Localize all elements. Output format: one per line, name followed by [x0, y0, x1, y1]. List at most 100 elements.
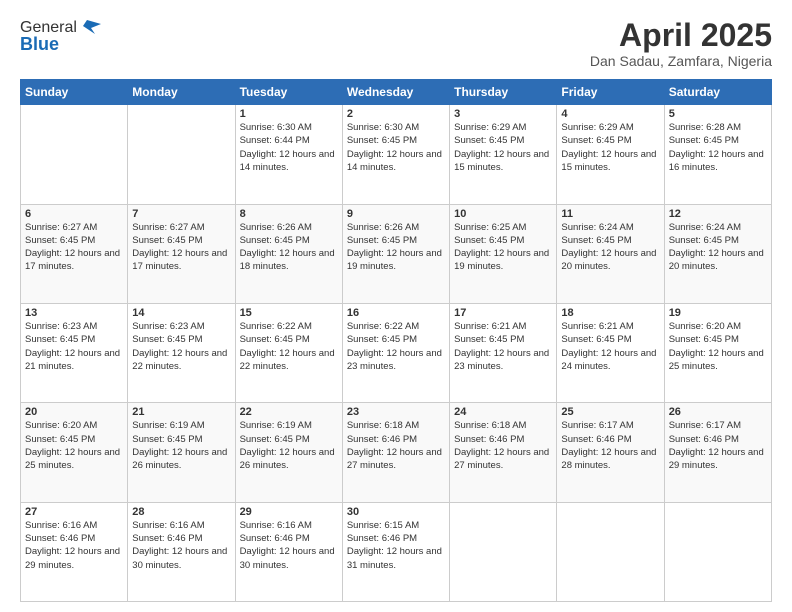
day-number: 2 — [347, 108, 445, 120]
sunset-text: Sunset: 6:45 PM — [454, 234, 552, 247]
day-number: 8 — [240, 208, 338, 220]
sunrise-text: Sunrise: 6:16 AM — [132, 519, 230, 532]
table-row: 7 Sunrise: 6:27 AM Sunset: 6:45 PM Dayli… — [128, 204, 235, 303]
daylight-text: Daylight: 12 hours and 17 minutes. — [132, 247, 230, 274]
sunrise-text: Sunrise: 6:18 AM — [454, 419, 552, 432]
day-info: Sunrise: 6:16 AM Sunset: 6:46 PM Dayligh… — [25, 519, 123, 572]
day-number: 28 — [132, 506, 230, 518]
day-info: Sunrise: 6:24 AM Sunset: 6:45 PM Dayligh… — [561, 221, 659, 274]
sunset-text: Sunset: 6:46 PM — [561, 433, 659, 446]
day-info: Sunrise: 6:22 AM Sunset: 6:45 PM Dayligh… — [347, 320, 445, 373]
day-number: 30 — [347, 506, 445, 518]
day-number: 19 — [669, 307, 767, 319]
day-number: 24 — [454, 406, 552, 418]
day-number: 4 — [561, 108, 659, 120]
table-row: 26 Sunrise: 6:17 AM Sunset: 6:46 PM Dayl… — [664, 403, 771, 502]
day-info: Sunrise: 6:19 AM Sunset: 6:45 PM Dayligh… — [132, 419, 230, 472]
table-row: 30 Sunrise: 6:15 AM Sunset: 6:46 PM Dayl… — [342, 502, 449, 601]
sunrise-text: Sunrise: 6:26 AM — [347, 221, 445, 234]
table-row: 3 Sunrise: 6:29 AM Sunset: 6:45 PM Dayli… — [450, 105, 557, 204]
table-row: 5 Sunrise: 6:28 AM Sunset: 6:45 PM Dayli… — [664, 105, 771, 204]
sunrise-text: Sunrise: 6:20 AM — [669, 320, 767, 333]
calendar-title: April 2025 — [590, 18, 772, 53]
sunrise-text: Sunrise: 6:16 AM — [25, 519, 123, 532]
day-info: Sunrise: 6:21 AM Sunset: 6:45 PM Dayligh… — [561, 320, 659, 373]
day-number: 14 — [132, 307, 230, 319]
table-row: 25 Sunrise: 6:17 AM Sunset: 6:46 PM Dayl… — [557, 403, 664, 502]
sunrise-text: Sunrise: 6:19 AM — [132, 419, 230, 432]
sunrise-text: Sunrise: 6:27 AM — [25, 221, 123, 234]
day-info: Sunrise: 6:20 AM Sunset: 6:45 PM Dayligh… — [25, 419, 123, 472]
day-info: Sunrise: 6:27 AM Sunset: 6:45 PM Dayligh… — [132, 221, 230, 274]
table-row: 29 Sunrise: 6:16 AM Sunset: 6:46 PM Dayl… — [235, 502, 342, 601]
daylight-text: Daylight: 12 hours and 19 minutes. — [347, 247, 445, 274]
table-row: 28 Sunrise: 6:16 AM Sunset: 6:46 PM Dayl… — [128, 502, 235, 601]
day-info: Sunrise: 6:16 AM Sunset: 6:46 PM Dayligh… — [132, 519, 230, 572]
col-thursday: Thursday — [450, 80, 557, 105]
sunrise-text: Sunrise: 6:29 AM — [561, 121, 659, 134]
table-row: 19 Sunrise: 6:20 AM Sunset: 6:45 PM Dayl… — [664, 303, 771, 402]
sunrise-text: Sunrise: 6:27 AM — [132, 221, 230, 234]
day-number: 5 — [669, 108, 767, 120]
sunset-text: Sunset: 6:45 PM — [132, 234, 230, 247]
day-info: Sunrise: 6:16 AM Sunset: 6:46 PM Dayligh… — [240, 519, 338, 572]
day-info: Sunrise: 6:25 AM Sunset: 6:45 PM Dayligh… — [454, 221, 552, 274]
day-number: 17 — [454, 307, 552, 319]
sunset-text: Sunset: 6:45 PM — [669, 234, 767, 247]
sunset-text: Sunset: 6:46 PM — [240, 532, 338, 545]
day-info: Sunrise: 6:23 AM Sunset: 6:45 PM Dayligh… — [132, 320, 230, 373]
daylight-text: Daylight: 12 hours and 26 minutes. — [240, 446, 338, 473]
table-row: 6 Sunrise: 6:27 AM Sunset: 6:45 PM Dayli… — [21, 204, 128, 303]
daylight-text: Daylight: 12 hours and 27 minutes. — [347, 446, 445, 473]
sunrise-text: Sunrise: 6:21 AM — [454, 320, 552, 333]
sunset-text: Sunset: 6:46 PM — [454, 433, 552, 446]
calendar-header-row: Sunday Monday Tuesday Wednesday Thursday… — [21, 80, 772, 105]
calendar-row: 6 Sunrise: 6:27 AM Sunset: 6:45 PM Dayli… — [21, 204, 772, 303]
calendar-row: 1 Sunrise: 6:30 AM Sunset: 6:44 PM Dayli… — [21, 105, 772, 204]
logo: General Blue — [20, 18, 101, 55]
calendar-subtitle: Dan Sadau, Zamfara, Nigeria — [590, 53, 772, 69]
daylight-text: Daylight: 12 hours and 14 minutes. — [240, 148, 338, 175]
table-row: 15 Sunrise: 6:22 AM Sunset: 6:45 PM Dayl… — [235, 303, 342, 402]
sunset-text: Sunset: 6:46 PM — [132, 532, 230, 545]
sunset-text: Sunset: 6:45 PM — [347, 134, 445, 147]
sunset-text: Sunset: 6:45 PM — [240, 234, 338, 247]
day-info: Sunrise: 6:26 AM Sunset: 6:45 PM Dayligh… — [347, 221, 445, 274]
logo-bird-icon — [79, 16, 101, 38]
calendar-row: 20 Sunrise: 6:20 AM Sunset: 6:45 PM Dayl… — [21, 403, 772, 502]
daylight-text: Daylight: 12 hours and 16 minutes. — [669, 148, 767, 175]
daylight-text: Daylight: 12 hours and 30 minutes. — [132, 545, 230, 572]
table-row: 4 Sunrise: 6:29 AM Sunset: 6:45 PM Dayli… — [557, 105, 664, 204]
sunrise-text: Sunrise: 6:28 AM — [669, 121, 767, 134]
day-info: Sunrise: 6:21 AM Sunset: 6:45 PM Dayligh… — [454, 320, 552, 373]
sunrise-text: Sunrise: 6:23 AM — [132, 320, 230, 333]
daylight-text: Daylight: 12 hours and 15 minutes. — [454, 148, 552, 175]
col-saturday: Saturday — [664, 80, 771, 105]
sunrise-text: Sunrise: 6:15 AM — [347, 519, 445, 532]
table-row: 18 Sunrise: 6:21 AM Sunset: 6:45 PM Dayl… — [557, 303, 664, 402]
daylight-text: Daylight: 12 hours and 17 minutes. — [25, 247, 123, 274]
daylight-text: Daylight: 12 hours and 28 minutes. — [561, 446, 659, 473]
day-number: 27 — [25, 506, 123, 518]
sunrise-text: Sunrise: 6:26 AM — [240, 221, 338, 234]
daylight-text: Daylight: 12 hours and 23 minutes. — [454, 347, 552, 374]
table-row — [128, 105, 235, 204]
day-info: Sunrise: 6:27 AM Sunset: 6:45 PM Dayligh… — [25, 221, 123, 274]
sunset-text: Sunset: 6:45 PM — [240, 333, 338, 346]
sunset-text: Sunset: 6:44 PM — [240, 134, 338, 147]
daylight-text: Daylight: 12 hours and 29 minutes. — [669, 446, 767, 473]
calendar-row: 27 Sunrise: 6:16 AM Sunset: 6:46 PM Dayl… — [21, 502, 772, 601]
col-sunday: Sunday — [21, 80, 128, 105]
table-row: 22 Sunrise: 6:19 AM Sunset: 6:45 PM Dayl… — [235, 403, 342, 502]
sunset-text: Sunset: 6:45 PM — [561, 333, 659, 346]
sunrise-text: Sunrise: 6:22 AM — [347, 320, 445, 333]
sunrise-text: Sunrise: 6:23 AM — [25, 320, 123, 333]
table-row: 1 Sunrise: 6:30 AM Sunset: 6:44 PM Dayli… — [235, 105, 342, 204]
col-friday: Friday — [557, 80, 664, 105]
daylight-text: Daylight: 12 hours and 25 minutes. — [669, 347, 767, 374]
sunrise-text: Sunrise: 6:21 AM — [561, 320, 659, 333]
sunset-text: Sunset: 6:45 PM — [669, 134, 767, 147]
sunrise-text: Sunrise: 6:24 AM — [669, 221, 767, 234]
day-number: 20 — [25, 406, 123, 418]
daylight-text: Daylight: 12 hours and 21 minutes. — [25, 347, 123, 374]
